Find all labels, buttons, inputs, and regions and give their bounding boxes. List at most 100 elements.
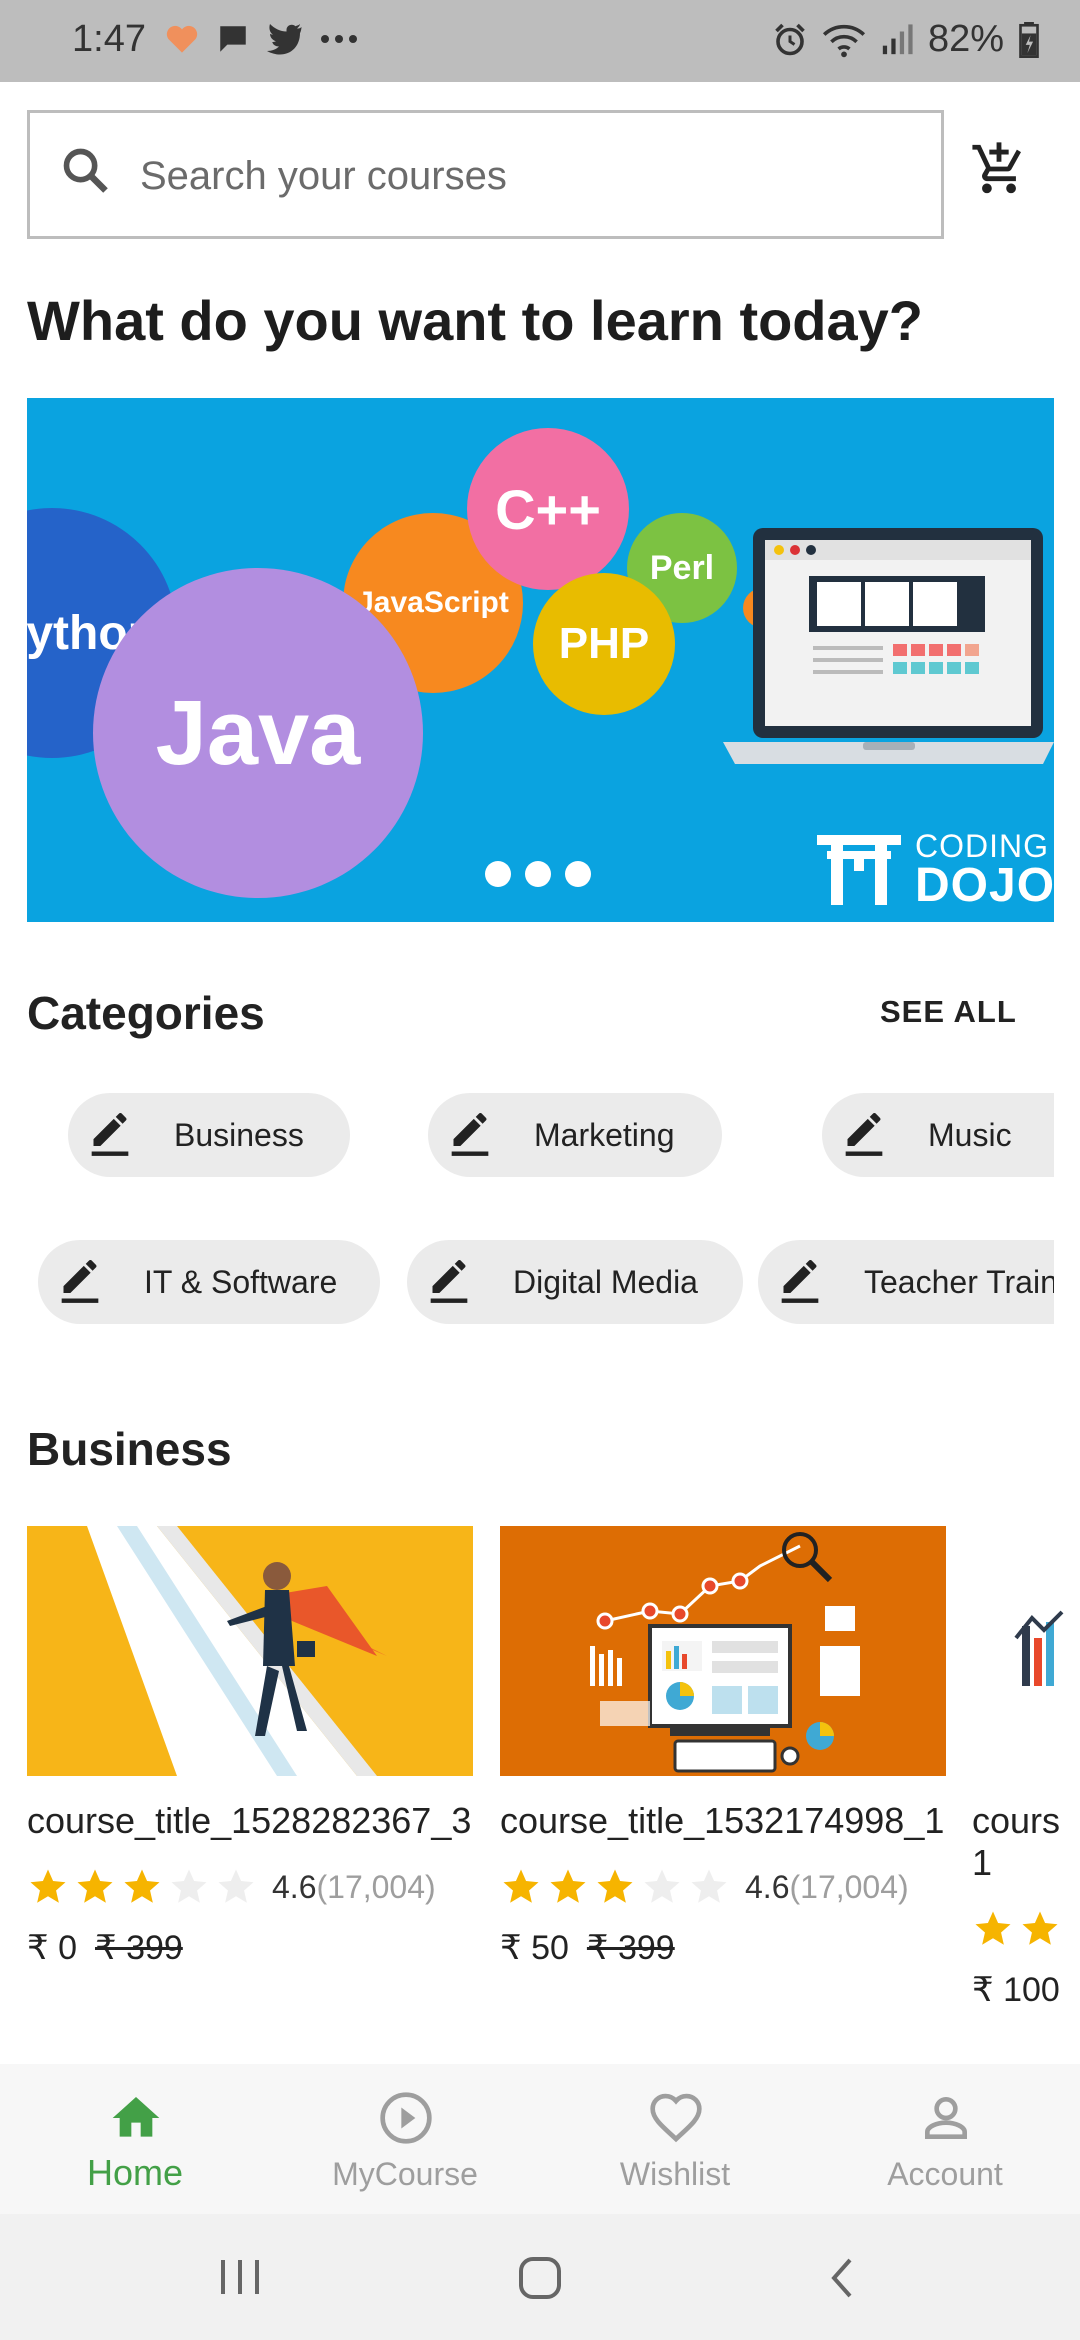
stairs-illustration bbox=[87, 1526, 387, 1776]
original-price: ₹ 399 bbox=[95, 1929, 183, 1967]
edit-icon bbox=[845, 1113, 883, 1156]
current-price: ₹ 0 bbox=[27, 1929, 77, 1967]
recent-apps-button[interactable] bbox=[215, 2254, 265, 2300]
search-input[interactable] bbox=[140, 141, 900, 211]
back-button[interactable] bbox=[822, 2254, 862, 2302]
star-filled-icon bbox=[975, 1911, 1011, 1945]
course-rating: 4.6 (17,004) bbox=[500, 1864, 946, 1910]
torii-gate-icon bbox=[817, 835, 901, 905]
star-empty-icon bbox=[171, 1869, 207, 1903]
course-rating bbox=[972, 1906, 1080, 1952]
category-chip-marketing[interactable]: Marketing bbox=[428, 1093, 722, 1177]
course-card[interactable]: course_title_1528282367_3 4.6 (17,004) ₹ … bbox=[27, 1526, 473, 1968]
category-chip-business[interactable]: Business bbox=[68, 1093, 350, 1177]
carousel-dot[interactable] bbox=[485, 861, 511, 887]
edit-icon bbox=[781, 1260, 819, 1303]
play-circle-icon bbox=[380, 2092, 432, 2144]
course-thumbnail bbox=[27, 1526, 473, 1776]
bottom-navigation: Home MyCourse Wishlist Account bbox=[0, 2064, 1080, 2214]
rating-value: 4.6 bbox=[272, 1868, 317, 1905]
course-price: ₹ 0 ₹ 399 bbox=[27, 1928, 473, 1968]
category-label: Music bbox=[928, 1116, 1012, 1153]
category-label: Digital Media bbox=[513, 1263, 698, 1300]
add-to-cart-button[interactable] bbox=[970, 140, 1040, 210]
star-filled-icon bbox=[124, 1869, 160, 1903]
star-filled-icon bbox=[550, 1869, 586, 1903]
original-price: ₹ 399 bbox=[586, 1929, 675, 1967]
promo-banner-carousel[interactable]: ython JavaScript C++ Perl PHP Java CODIN… bbox=[27, 398, 1054, 922]
carousel-indicator bbox=[485, 861, 591, 887]
nav-home[interactable]: Home bbox=[0, 2064, 270, 2214]
laptop-illustration bbox=[723, 528, 1054, 764]
star-filled-icon bbox=[1022, 1911, 1058, 1945]
search-icon bbox=[63, 148, 108, 193]
status-bar: 1:47 82% bbox=[0, 0, 1080, 82]
account-icon bbox=[925, 2097, 967, 2139]
star-empty-icon bbox=[691, 1869, 727, 1903]
category-label: Marketing bbox=[534, 1116, 675, 1153]
nav-wishlist[interactable]: Wishlist bbox=[540, 2064, 810, 2214]
cart-plus-icon bbox=[972, 142, 1021, 194]
carousel-dot[interactable] bbox=[525, 861, 551, 887]
rating-count: (17,004) bbox=[789, 1868, 909, 1905]
alarm-icon bbox=[775, 23, 805, 55]
page-headline: What do you want to learn today? bbox=[27, 289, 923, 352]
star-filled-icon bbox=[30, 1869, 66, 1903]
edit-icon bbox=[61, 1260, 99, 1303]
category-chip-digital-media[interactable]: Digital Media bbox=[407, 1240, 743, 1324]
category-label: Teacher Train bbox=[864, 1263, 1054, 1300]
more-notifications-icon bbox=[321, 35, 357, 43]
status-time: 1:47 bbox=[72, 18, 146, 60]
brand-top-text: CODING bbox=[915, 828, 1049, 864]
battery-charging-icon bbox=[1019, 21, 1039, 58]
home-button[interactable] bbox=[516, 2254, 564, 2302]
course-title: course_title_1532174998_1 bbox=[500, 1800, 945, 1841]
battery-percent: 82% bbox=[927, 18, 1004, 60]
star-filled-icon bbox=[597, 1869, 633, 1903]
edit-icon bbox=[451, 1113, 489, 1156]
course-thumbnail bbox=[500, 1526, 946, 1776]
category-chip-it-software[interactable]: IT & Software bbox=[38, 1240, 380, 1324]
category-chip-music[interactable]: Music bbox=[822, 1093, 1054, 1177]
star-empty-icon bbox=[218, 1869, 254, 1903]
message-icon bbox=[220, 26, 246, 52]
current-price: ₹ 100 bbox=[972, 1971, 1060, 2009]
star-filled-icon bbox=[503, 1869, 539, 1903]
health-icon bbox=[166, 25, 198, 53]
category-label: IT & Software bbox=[144, 1263, 338, 1300]
current-price: ₹ 50 bbox=[500, 1929, 569, 1967]
nav-label: Home bbox=[86, 2152, 184, 2193]
nav-account[interactable]: Account bbox=[810, 2064, 1080, 2214]
category-chip-teacher-training[interactable]: Teacher Train bbox=[758, 1240, 1054, 1324]
banner-bubble-java: Java bbox=[93, 568, 423, 898]
rating-value: 4.6 bbox=[745, 1868, 790, 1905]
brand-bottom-text: DOJO bbox=[915, 859, 1054, 912]
search-bar[interactable] bbox=[27, 110, 944, 239]
chart-thumbnail-illustration bbox=[1014, 1610, 1064, 1686]
banner-bubble-cpp: C++ bbox=[467, 428, 629, 590]
rating-count: (17,004) bbox=[316, 1868, 436, 1905]
analytics-illustration bbox=[590, 1532, 860, 1773]
course-card[interactable]: course_title_1532174998_1 4.6 (17,004) ₹ … bbox=[500, 1526, 946, 1968]
course-rating: 4.6 (17,004) bbox=[27, 1864, 473, 1910]
nav-label: Wishlist bbox=[619, 2156, 731, 2192]
signal-icon bbox=[882, 23, 913, 54]
categories-title: Categories bbox=[27, 987, 265, 1039]
star-empty-icon bbox=[644, 1869, 680, 1903]
system-navigation-bar bbox=[0, 2214, 1080, 2340]
course-price: ₹ 50 ₹ 399 bbox=[500, 1928, 946, 1968]
carousel-dot[interactable] bbox=[565, 861, 591, 887]
see-all-button[interactable]: SEE ALL bbox=[880, 994, 1017, 1030]
course-thumbnail bbox=[972, 1526, 1080, 1776]
business-section-title: Business bbox=[27, 1423, 232, 1475]
wifi-icon bbox=[822, 24, 865, 57]
banner-bubble-php: PHP bbox=[533, 573, 675, 715]
course-price: ₹ 100 bbox=[972, 1970, 1080, 2010]
course-card[interactable]: cours 1 ₹ 100 bbox=[972, 1526, 1080, 2010]
nav-label: MyCourse bbox=[332, 2156, 478, 2192]
twitter-icon bbox=[267, 24, 302, 55]
nav-mycourse[interactable]: MyCourse bbox=[270, 2064, 540, 2214]
edit-icon bbox=[91, 1113, 129, 1156]
home-icon bbox=[112, 2097, 160, 2137]
course-title: cours 1 bbox=[972, 1800, 1061, 1883]
